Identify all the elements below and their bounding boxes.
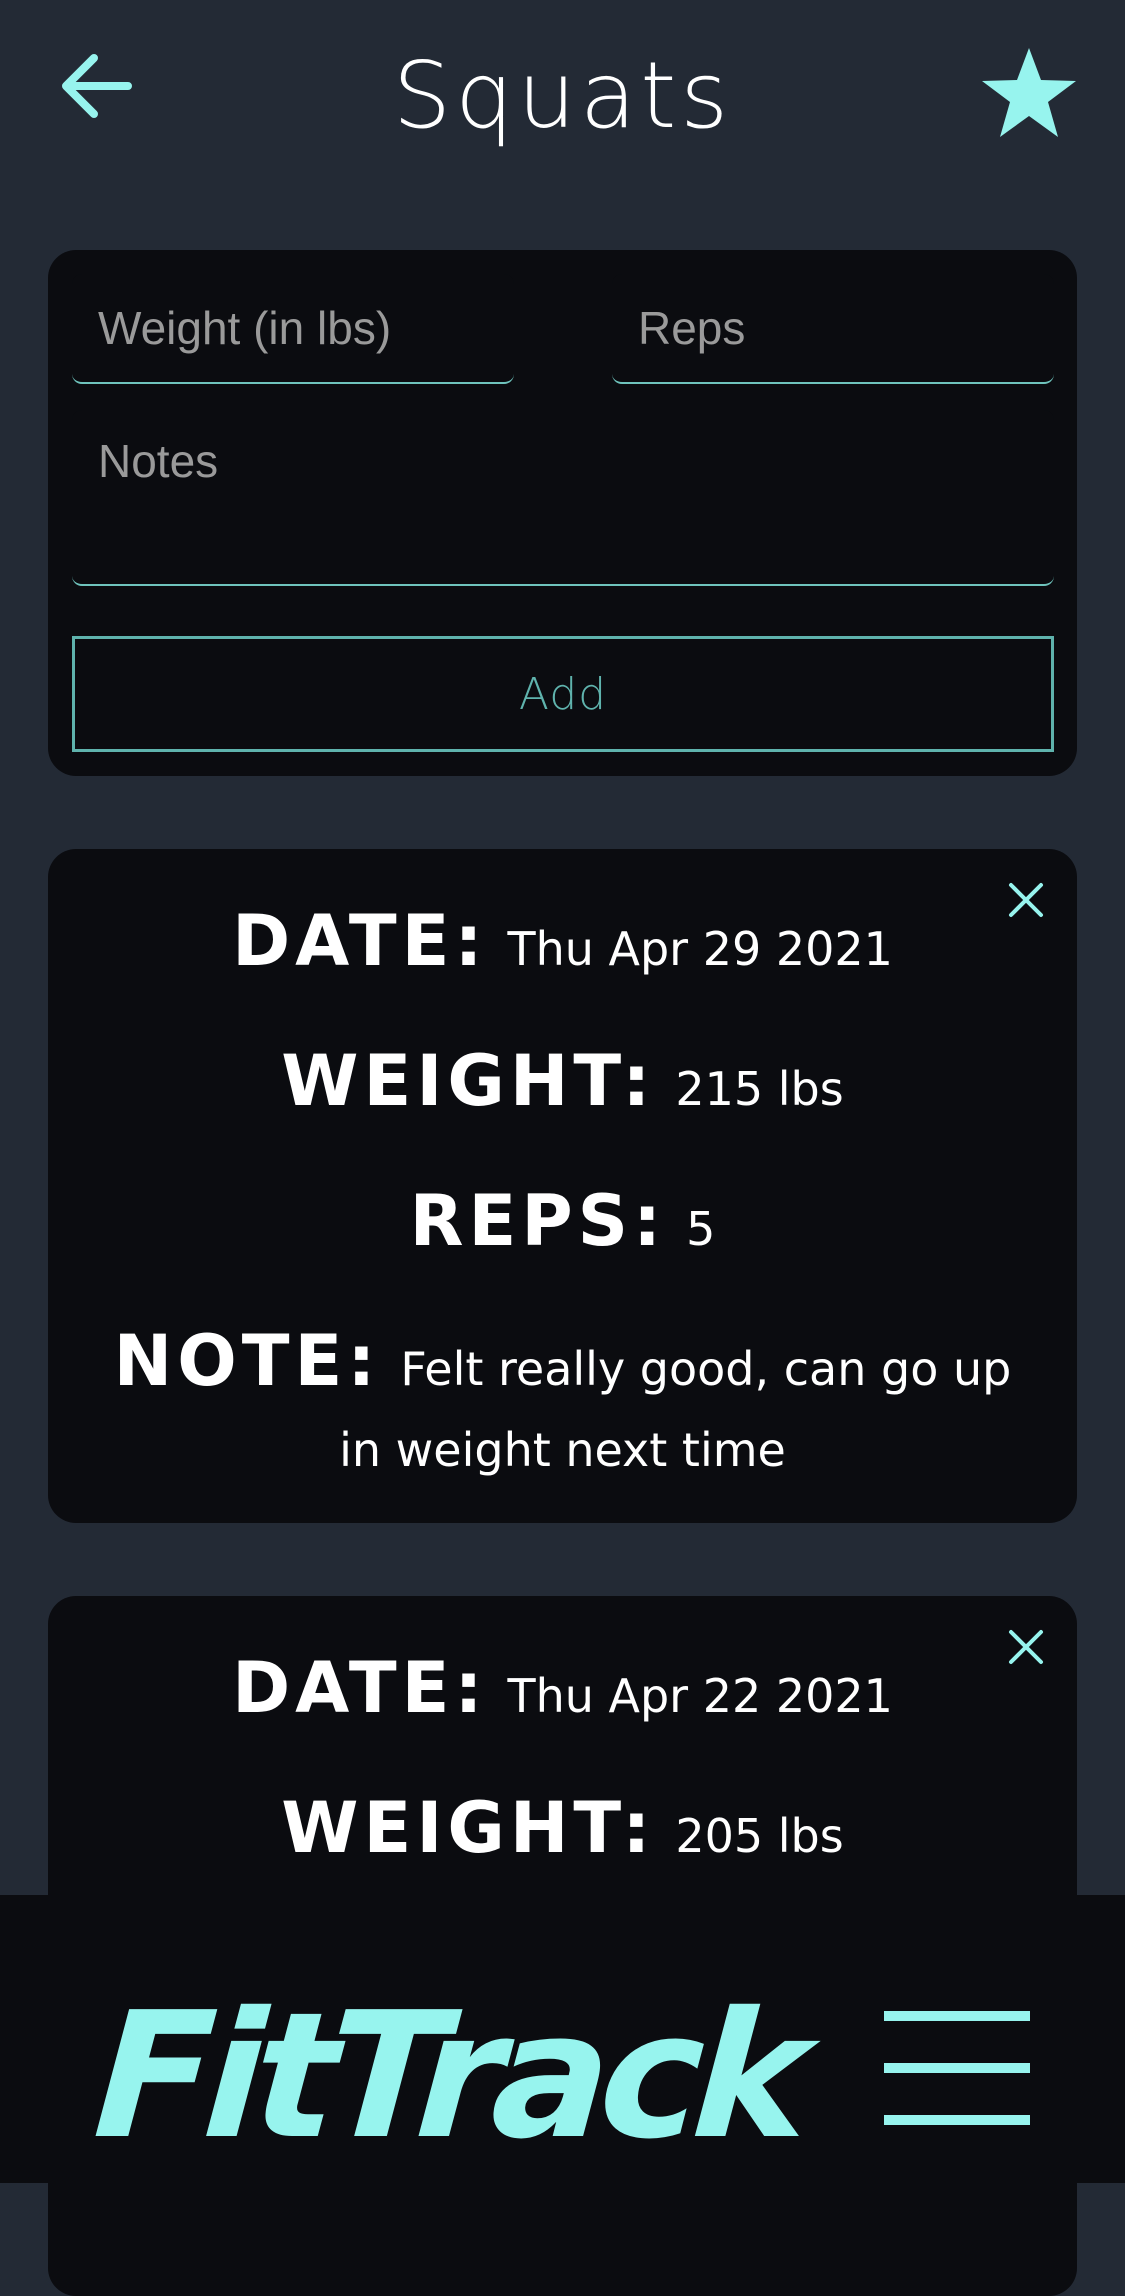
hamburger-menu-icon xyxy=(884,2063,1030,2073)
fittrack-logo: FitTrack xyxy=(88,1975,807,2178)
add-button[interactable]: Add xyxy=(72,636,1054,752)
bottom-bar: FitTrack xyxy=(0,1895,1125,2183)
entry-form: Add xyxy=(48,250,1077,776)
reps-row: REPS: 5 xyxy=(88,1186,1037,1275)
menu-button[interactable] xyxy=(884,2005,1030,2129)
weight-input[interactable] xyxy=(72,274,514,382)
log-entry-card: DATE: Thu Apr 29 2021 WEIGHT: 215 lbs REPS… xyxy=(48,849,1077,1523)
date-label: DATE: xyxy=(232,1647,488,1729)
note-value: Felt really good, can go up in weight ne… xyxy=(339,1342,1012,1477)
favorite-button[interactable] xyxy=(980,46,1078,140)
date-row: DATE: Thu Apr 22 2021 xyxy=(88,1653,1037,1742)
date-value: Thu Apr 22 2021 xyxy=(507,1669,893,1723)
date-row: DATE: Thu Apr 29 2021 xyxy=(88,906,1037,995)
weight-label: WEIGHT: xyxy=(281,1787,656,1869)
reps-label: REPS: xyxy=(409,1180,667,1262)
reps-value: 5 xyxy=(686,1202,716,1256)
weight-value: 215 lbs xyxy=(675,1062,844,1116)
weight-row: WEIGHT: 205 lbs xyxy=(88,1793,1037,1882)
star-icon xyxy=(982,48,1076,137)
note-row: NOTE: Felt really good, can go up in weig… xyxy=(88,1326,1037,1496)
weight-row: WEIGHT: 215 lbs xyxy=(88,1046,1037,1135)
weight-value: 205 lbs xyxy=(675,1809,844,1863)
notes-input[interactable] xyxy=(72,410,1054,584)
weight-field-wrapper xyxy=(72,274,514,384)
hamburger-menu-icon xyxy=(884,2115,1030,2125)
date-label: DATE: xyxy=(232,900,488,982)
reps-field-wrapper xyxy=(612,274,1054,384)
note-label: NOTE: xyxy=(113,1320,381,1402)
date-value: Thu Apr 29 2021 xyxy=(507,922,893,976)
top-bar: Squats xyxy=(0,0,1125,200)
weight-label: WEIGHT: xyxy=(281,1040,656,1122)
notes-field-wrapper xyxy=(72,410,1054,586)
reps-input[interactable] xyxy=(612,274,1054,382)
hamburger-menu-icon xyxy=(884,2011,1030,2021)
page-title: Squats xyxy=(392,42,733,149)
